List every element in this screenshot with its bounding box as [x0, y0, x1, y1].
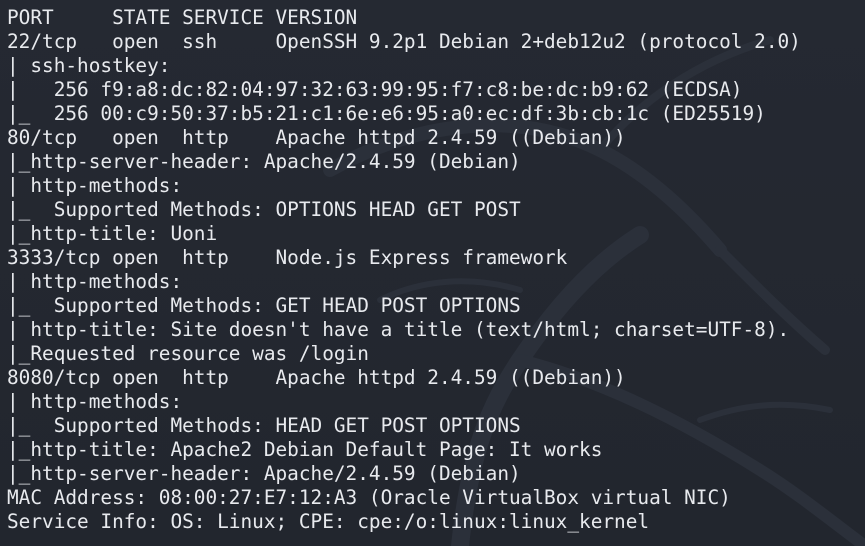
output-line: | http-title: Site doesn't have a title … [7, 318, 790, 341]
output-line: |_http-server-header: Apache/2.4.59 (Deb… [7, 462, 521, 485]
output-line: | http-methods: [7, 390, 183, 413]
output-line: |_http-title: Apache2 Debian Default Pag… [7, 438, 603, 461]
output-line: 80/tcp open http Apache httpd 2.4.59 ((D… [7, 126, 626, 149]
output-line: | ssh-hostkey: [7, 54, 171, 77]
nmap-output[interactable]: PORT STATE SERVICE VERSION 22/tcp open s… [7, 6, 801, 534]
output-line: |_ 256 00:c9:50:37:b5:21:c1:6e:e6:95:a0:… [7, 102, 766, 125]
output-line: Service Info: OS: Linux; CPE: cpe:/o:lin… [7, 510, 650, 533]
output-line: 22/tcp open ssh OpenSSH 9.2p1 Debian 2+d… [7, 30, 801, 53]
output-line: | http-methods: [7, 270, 183, 293]
output-line: |_Requested resource was /login [7, 342, 369, 365]
output-line: |_ Supported Methods: HEAD GET POST OPTI… [7, 414, 521, 437]
output-line: MAC Address: 08:00:27:E7:12:A3 (Oracle V… [7, 486, 731, 509]
terminal-window[interactable]: PORT STATE SERVICE VERSION 22/tcp open s… [0, 0, 865, 546]
output-line: 8080/tcp open http Apache httpd 2.4.59 (… [7, 366, 626, 389]
output-line: |_ Supported Methods: OPTIONS HEAD GET P… [7, 198, 521, 221]
output-line: |_ Supported Methods: GET HEAD POST OPTI… [7, 294, 521, 317]
output-line: |_http-server-header: Apache/2.4.59 (Deb… [7, 150, 521, 173]
output-line: |_http-title: Uoni [7, 222, 218, 245]
output-line: | http-methods: [7, 174, 183, 197]
output-line: | 256 f9:a8:dc:82:04:97:32:63:99:95:f7:c… [7, 78, 743, 101]
output-line: PORT STATE SERVICE VERSION [7, 6, 358, 29]
output-line: 3333/tcp open http Node.js Express frame… [7, 246, 568, 269]
